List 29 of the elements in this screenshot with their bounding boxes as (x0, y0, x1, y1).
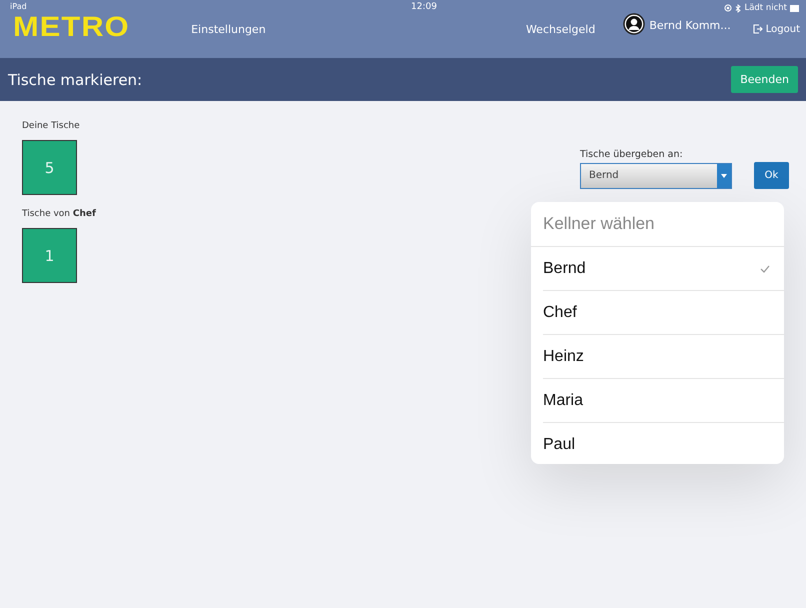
logo: METRO (13, 11, 130, 43)
section-label: Tische von Chef (22, 209, 96, 219)
location-icon (724, 4, 732, 12)
bluetooth-icon (735, 4, 742, 12)
logout-link[interactable]: Logout (752, 24, 800, 34)
picker-option[interactable]: Paul (543, 423, 784, 464)
section-label: Deine Tische (22, 121, 81, 131)
nav-link[interactable]: Einstellungen (191, 22, 266, 36)
page-title: Tische markieren: (8, 70, 142, 88)
avatar-icon (623, 13, 646, 35)
transfer-label: Tische übergeben an: (580, 149, 684, 160)
ok-button[interactable]: Ok (754, 162, 789, 189)
table-tile[interactable]: 1 (22, 228, 77, 283)
picker-option[interactable]: Heinz (543, 335, 784, 379)
picker-option[interactable]: Bernd (543, 247, 784, 291)
device-label: iPad (10, 2, 27, 10)
table-tile[interactable]: 5 (22, 140, 77, 195)
clock: 12:09 (411, 2, 437, 12)
picker-title: Kellner wählen (543, 214, 655, 234)
battery-status: Lädt nicht (744, 3, 787, 13)
logout-icon (752, 24, 763, 34)
picker-option[interactable]: Chef (543, 291, 784, 335)
caret-icon (721, 174, 727, 178)
picker-option[interactable]: Maria (543, 379, 784, 423)
user-name[interactable]: Bernd Komm... (649, 18, 731, 32)
finish-button[interactable]: Beenden (731, 66, 798, 93)
nav-link[interactable]: Wechselgeld (526, 22, 596, 36)
battery-icon (790, 4, 800, 12)
waiter-select[interactable]: Bernd (580, 162, 732, 188)
